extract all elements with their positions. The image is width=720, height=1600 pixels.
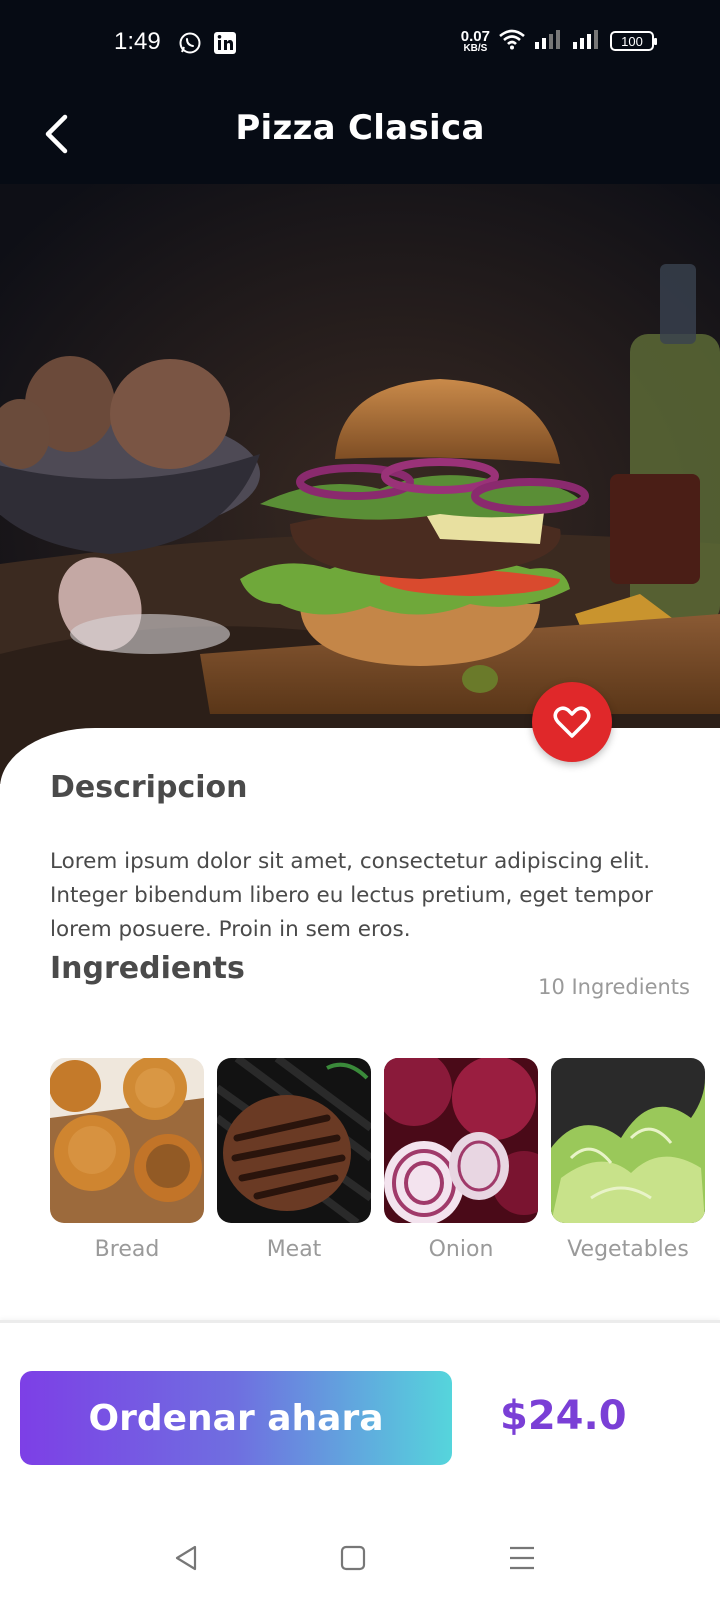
back-triangle-icon	[175, 1545, 197, 1571]
heart-icon	[553, 706, 591, 738]
nav-home-button[interactable]	[333, 1538, 373, 1578]
meat-image	[217, 1058, 371, 1223]
ingredients-title: Ingredients	[50, 951, 245, 986]
app-bar: Pizza Clasica	[0, 90, 720, 184]
description-text: Lorem ipsum dolor sit amet, consectetur …	[50, 849, 653, 942]
whatsapp-icon	[178, 31, 202, 55]
ingredient-card-onion[interactable]: Onion	[384, 1058, 538, 1262]
ingredients-count[interactable]: 10 Ingredients	[538, 975, 690, 999]
hero-image	[0, 184, 720, 784]
ingredient-label: Vegetables	[567, 1237, 689, 1262]
battery-icon: 100	[610, 31, 657, 51]
menu-lines-icon	[510, 1546, 534, 1570]
home-square-icon	[340, 1545, 366, 1571]
nav-back-button[interactable]	[166, 1538, 206, 1578]
network-speed-unit: KB/S	[463, 42, 488, 54]
ingredient-label: Onion	[428, 1237, 494, 1262]
favorite-button[interactable]	[532, 682, 612, 762]
signal-icon	[572, 28, 602, 54]
price: $24.0	[500, 1393, 627, 1439]
description-title: Descripcion	[50, 770, 248, 805]
page-title: Pizza Clasica	[235, 108, 485, 148]
ingredient-card-meat[interactable]: Meat	[217, 1058, 371, 1262]
vegetables-image	[551, 1058, 705, 1223]
network-speed-value: 0.07	[460, 27, 490, 45]
order-bar: Ordenar ahara $24.0	[0, 1320, 720, 1500]
nav-menu-button[interactable]	[502, 1538, 542, 1578]
ingredient-label: Meat	[266, 1237, 322, 1262]
status-time: 1:49	[114, 28, 161, 55]
onion-image	[384, 1058, 538, 1223]
linkedin-icon	[213, 31, 237, 55]
ingredients-list[interactable]: Bread Meat Onion Vegetables	[50, 1058, 720, 1278]
ingredient-label: Bread	[94, 1237, 160, 1262]
bread-image	[50, 1058, 204, 1223]
status-indicators: 0.07 KB/S 100	[461, 28, 657, 54]
battery-level: 100	[621, 33, 643, 49]
ingredient-card-bread[interactable]: Bread	[50, 1058, 204, 1262]
order-now-button[interactable]: Ordenar ahara	[20, 1371, 452, 1465]
navigation-bar	[0, 1500, 720, 1600]
wifi-icon	[498, 28, 526, 54]
signal-icon	[534, 28, 564, 54]
network-speed: 0.07 KB/S	[461, 29, 490, 54]
status-bar: 1:49 0.07 KB/S 100	[0, 0, 720, 90]
ingredient-card-vegetables[interactable]: Vegetables	[551, 1058, 705, 1262]
